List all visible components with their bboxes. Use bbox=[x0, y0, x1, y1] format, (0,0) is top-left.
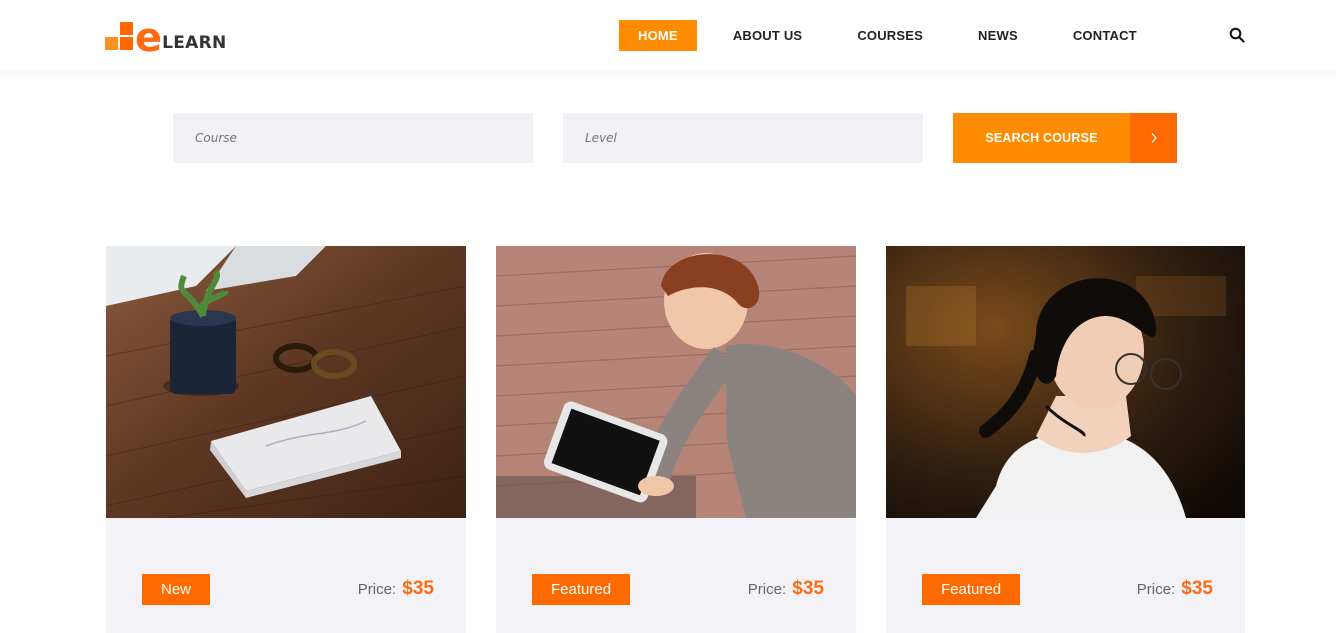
main-nav: HOME ABOUT US COURSES NEWS CONTACT bbox=[619, 20, 1137, 51]
course-card[interactable]: New Price: $35 bbox=[106, 246, 466, 633]
course-card[interactable]: Featured Price: $35 bbox=[496, 246, 856, 633]
course-image-desk[interactable] bbox=[106, 246, 466, 518]
course-input[interactable] bbox=[173, 113, 533, 163]
search-icon[interactable] bbox=[1229, 27, 1245, 43]
level-field-wrapper bbox=[563, 113, 923, 163]
course-badge: Featured bbox=[532, 574, 631, 605]
level-input[interactable] bbox=[563, 113, 923, 163]
price-label: Price: bbox=[357, 581, 397, 598]
price-amount: $35 bbox=[792, 578, 824, 599]
course-badge: Featured bbox=[922, 574, 1021, 605]
price-label: Price: bbox=[747, 581, 787, 598]
nav-item-courses[interactable]: COURSES bbox=[857, 20, 923, 51]
price-label: Price: bbox=[1136, 581, 1176, 598]
course-price: Price: $35 bbox=[748, 578, 824, 600]
course-image-tablet[interactable] bbox=[496, 246, 856, 518]
site-logo[interactable]: e LEARN bbox=[105, 15, 227, 61]
nav-item-home[interactable]: HOME bbox=[619, 20, 697, 51]
site-header: e LEARN HOME ABOUT US COURSES NEWS CONTA… bbox=[0, 0, 1336, 70]
course-card[interactable]: Featured Price: $35 bbox=[886, 246, 1245, 633]
chevron-right-icon bbox=[1130, 113, 1177, 163]
course-image-reading[interactable] bbox=[886, 246, 1245, 518]
price-amount: $35 bbox=[402, 578, 434, 599]
course-price: Price: $35 bbox=[1137, 578, 1213, 600]
nav-item-contact[interactable]: CONTACT bbox=[1073, 20, 1137, 51]
logo-letter: e bbox=[135, 15, 163, 61]
search-course-label: SEARCH COURSE bbox=[985, 131, 1098, 145]
course-price: Price: $35 bbox=[358, 578, 434, 600]
nav-item-news[interactable]: NEWS bbox=[978, 20, 1018, 51]
logo-blocks-icon bbox=[105, 22, 135, 52]
course-badge: New bbox=[142, 574, 211, 605]
price-amount: $35 bbox=[1181, 578, 1213, 599]
nav-item-about-us[interactable]: ABOUT US bbox=[733, 20, 803, 51]
course-field-wrapper bbox=[173, 113, 533, 163]
search-course-button[interactable]: SEARCH COURSE bbox=[953, 113, 1177, 163]
logo-text: LEARN bbox=[162, 33, 227, 53]
